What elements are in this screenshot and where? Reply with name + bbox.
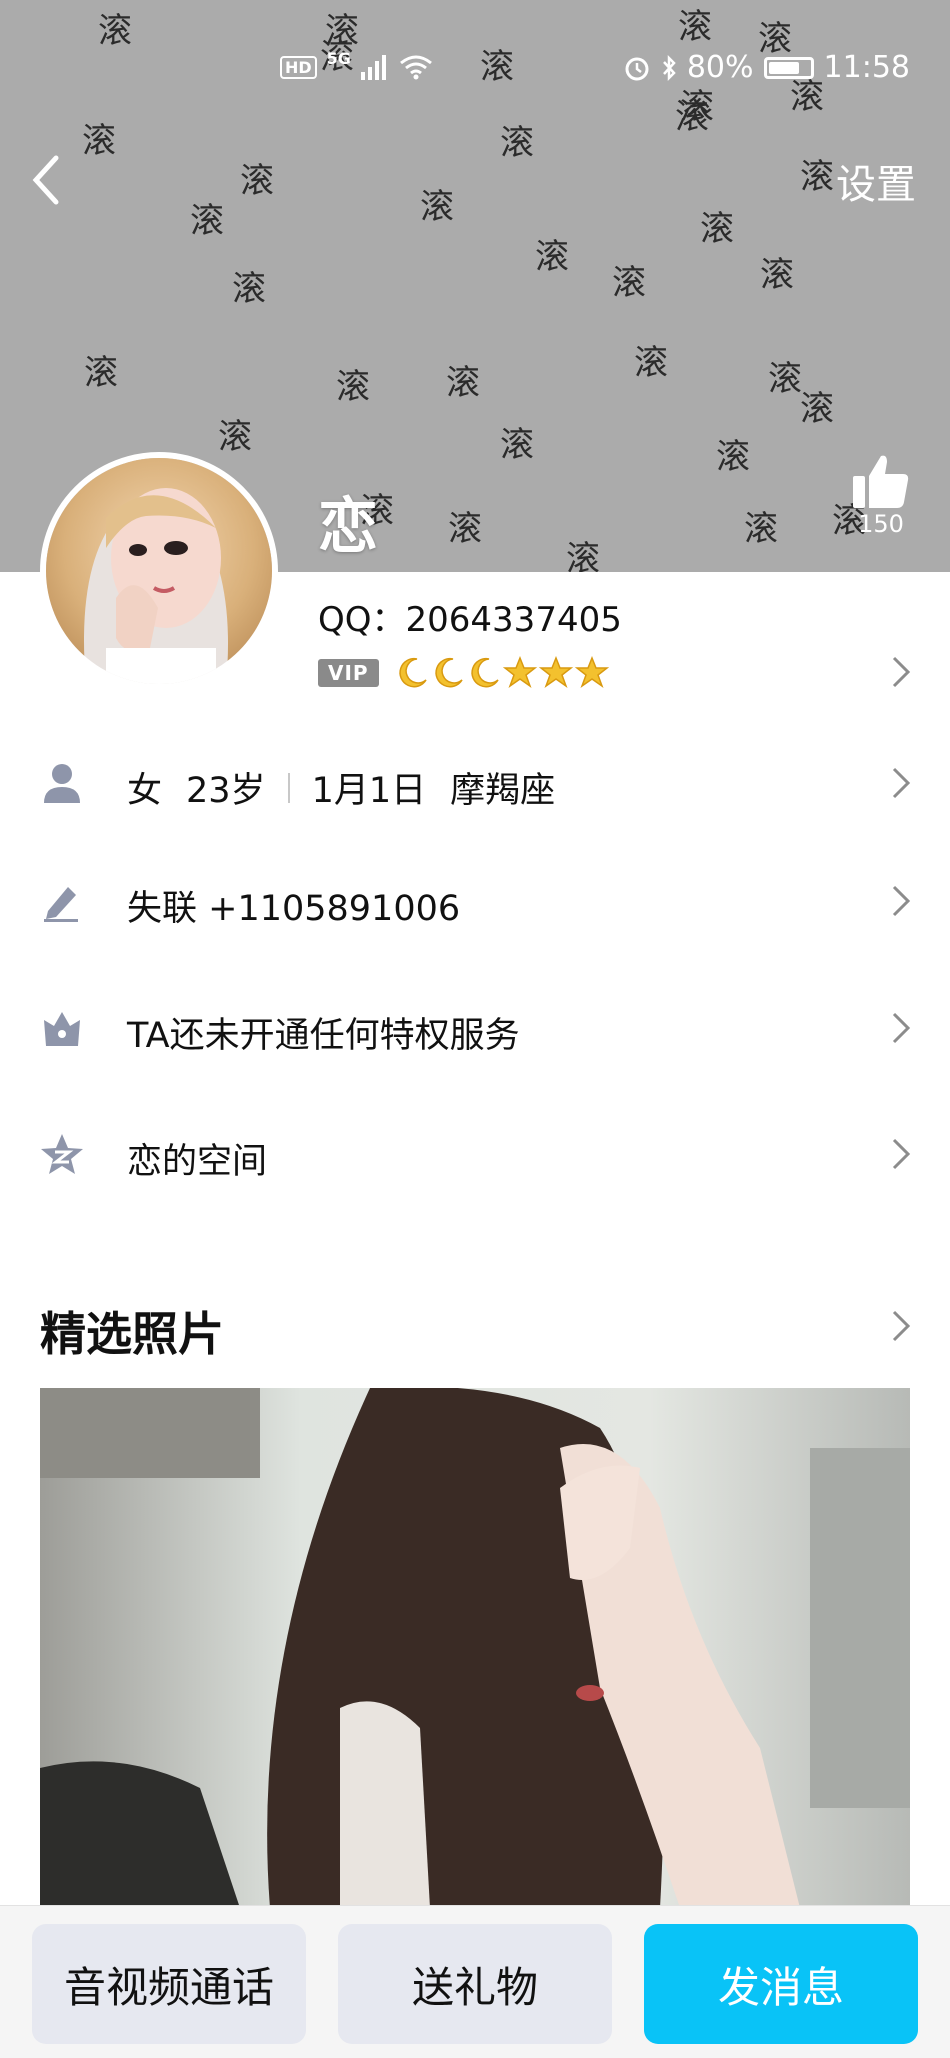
level-icons (395, 656, 609, 690)
age: 23岁 (186, 771, 266, 811)
qzone-star-icon (41, 1134, 83, 1174)
chevron-right-icon (892, 656, 911, 688)
signature-row[interactable]: 失联 +1105891006 (0, 846, 950, 956)
pattern-glyph: 滚 (760, 255, 794, 295)
battery-icon (763, 56, 814, 79)
pattern-glyph: 滚 (634, 343, 668, 383)
pattern-glyph: 滚 (190, 201, 224, 241)
gender: 女 (127, 771, 163, 811)
status-bar: HD 5G 80% 11:58 (0, 0, 950, 130)
birthday: 1月1日 (311, 771, 427, 811)
photos-more-button[interactable] (800, 1272, 950, 1372)
crown-icon (44, 1012, 80, 1046)
pattern-glyph: 滚 (240, 161, 274, 201)
basic-info-row[interactable]: 女 23岁 1月1日 摩羯座 (0, 728, 950, 838)
avatar-image (46, 458, 272, 684)
bottom-action-bar: 音视频通话 送礼物 发消息 (0, 1905, 950, 2058)
privileges-text: TA还未开通任何特权服务 (127, 1016, 520, 1056)
star-icon (574, 656, 609, 688)
basic-info-text: 女 23岁 1月1日 摩羯座 (127, 762, 555, 813)
signal-icon (360, 55, 386, 80)
zodiac: 摩羯座 (450, 771, 556, 811)
like-count: 150 (858, 510, 904, 538)
section-title-photos: 精选照片 (40, 1307, 224, 1361)
alarm-icon (625, 57, 649, 80)
signature-text: 失联 +1105891006 (127, 889, 461, 929)
qzone-text: 恋的空间 (127, 1142, 268, 1182)
wifi-icon (400, 55, 432, 80)
chevron-right-icon (892, 1310, 911, 1342)
privileges-row[interactable]: TA还未开通任何特权服务 (0, 973, 950, 1083)
person-icon (44, 764, 80, 803)
like-button[interactable]: 150 (846, 452, 916, 538)
pattern-glyph: 滚 (218, 417, 252, 457)
battery-percent: 80% (686, 50, 754, 85)
qzone-row[interactable]: 恋的空间 (0, 1099, 950, 1209)
pattern-glyph: 滚 (232, 269, 266, 309)
settings-button[interactable]: 设置 (836, 152, 916, 210)
pattern-glyph: 滚 (420, 187, 454, 227)
back-button[interactable] (26, 150, 66, 210)
featured-photo-image (40, 1388, 910, 1908)
chevron-right-icon (892, 1012, 911, 1044)
clock: 11:58 (823, 50, 910, 85)
pattern-glyph: 滚 (800, 389, 834, 429)
thumbs-up-icon (853, 455, 909, 508)
status-left: HD 5G (280, 49, 433, 80)
featured-photo[interactable] (40, 1388, 910, 1908)
chevron-left-icon (32, 155, 59, 205)
moon-icon (434, 657, 463, 688)
hd-badge: HD (280, 55, 317, 79)
pattern-glyph: 滚 (448, 509, 482, 549)
moon-icon (398, 657, 427, 688)
network-label: 5G (326, 48, 351, 68)
pattern-glyph: 滚 (535, 237, 569, 277)
star-icon (538, 656, 573, 688)
pattern-glyph: 滚 (768, 359, 802, 399)
send-gift-button[interactable]: 送礼物 (338, 1924, 612, 2044)
send-message-button[interactable]: 发消息 (644, 1924, 918, 2044)
pattern-glyph: 滚 (744, 509, 778, 549)
chevron-right-icon (892, 885, 911, 917)
pattern-glyph: 滚 (500, 425, 534, 465)
pattern-glyph: 滚 (800, 157, 834, 197)
vip-row: VIP (318, 656, 609, 690)
moon-icon (470, 657, 499, 688)
pattern-glyph: 滚 (700, 209, 734, 249)
qq-id: QQ：2064337405 (318, 600, 622, 640)
pattern-glyph: 滚 (716, 437, 750, 477)
bluetooth-icon (662, 54, 676, 81)
star-icon (502, 656, 537, 688)
vip-badge: VIP (318, 659, 379, 687)
chevron-right-icon (892, 767, 911, 799)
pattern-glyph: 滚 (446, 363, 480, 403)
pattern-glyph: 滚 (566, 539, 600, 572)
status-right: 80% 11:58 (623, 50, 910, 85)
nickname: 恋 (318, 492, 378, 562)
pattern-glyph: 滚 (612, 263, 646, 303)
pattern-glyph: 滚 (500, 123, 534, 163)
divider (287, 772, 290, 803)
av-call-button[interactable]: 音视频通话 (32, 1924, 306, 2044)
chevron-right-icon (892, 1138, 911, 1170)
avatar[interactable] (40, 452, 278, 690)
pattern-glyph: 滚 (336, 367, 370, 407)
pattern-glyph: 滚 (84, 353, 118, 393)
pencil-icon (44, 887, 78, 922)
